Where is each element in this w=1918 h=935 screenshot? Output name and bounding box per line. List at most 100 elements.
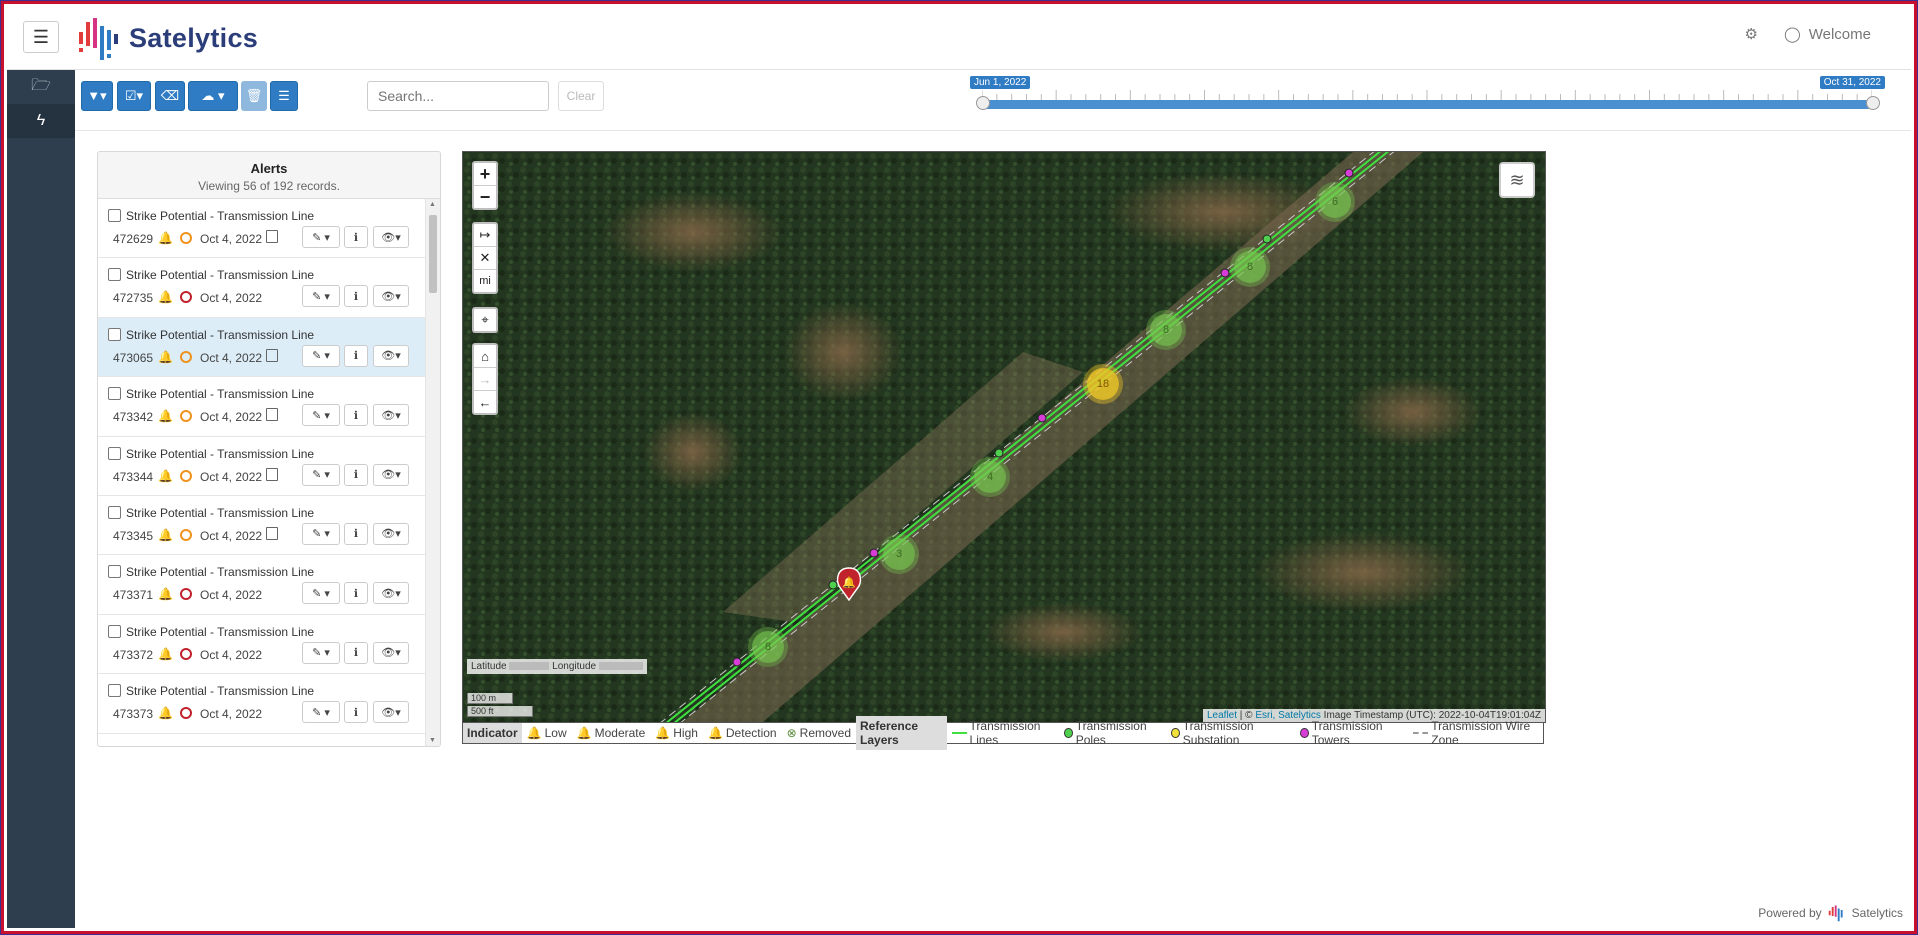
view-dropdown-button[interactable]: 👁▾ — [373, 463, 409, 486]
edit-dropdown-button[interactable]: ✎ ▾ — [302, 701, 340, 724]
info-button[interactable]: ℹ — [344, 404, 368, 427]
alert-row[interactable]: Strike Potential - Transmission Line 4733… — [98, 674, 425, 734]
view-dropdown-button[interactable]: 👁▾ — [373, 582, 409, 605]
edit-dropdown-button[interactable]: ✎ ▾ — [302, 404, 340, 427]
alert-row[interactable]: Strike Potential - Transmission Line 4727… — [98, 258, 425, 318]
alert-cluster-marker[interactable]: 8 — [752, 631, 784, 663]
zoom-out-button[interactable]: − — [474, 186, 496, 208]
alert-cluster-marker[interactable]: 6 — [1319, 186, 1351, 218]
alert-cluster-marker[interactable]: 18 — [1087, 368, 1119, 400]
edit-dropdown-button[interactable]: ✎ ▾ — [302, 463, 340, 486]
transmission-tower-marker[interactable] — [1220, 268, 1230, 278]
back-arrow-icon[interactable]: ← — [474, 391, 496, 413]
forward-arrow-icon[interactable]: → — [474, 368, 496, 391]
view-dropdown-button[interactable]: 👁▾ — [373, 344, 409, 367]
scroll-up-arrow-icon[interactable]: ▲ — [429, 201, 436, 208]
edit-dropdown-button[interactable]: ✎ ▾ — [302, 641, 340, 664]
alert-cluster-marker[interactable]: 8 — [1234, 251, 1266, 283]
home-icon[interactable]: ⌂ — [474, 345, 496, 368]
transmission-tower-marker[interactable] — [1344, 168, 1354, 178]
alert-row[interactable]: Strike Potential - Transmission Line 4733… — [98, 555, 425, 615]
list-view-button[interactable]: ☰ — [270, 81, 298, 111]
image-icon[interactable] — [266, 348, 278, 362]
delete-button[interactable]: 🗑 — [241, 81, 267, 111]
info-button[interactable]: ℹ — [344, 522, 368, 545]
measure-clear-icon[interactable]: ✕ — [474, 247, 496, 270]
transmission-tower-marker[interactable] — [869, 548, 879, 558]
alert-checkbox[interactable] — [108, 624, 121, 638]
view-dropdown-button[interactable]: 👁▾ — [373, 404, 409, 427]
edit-dropdown-button[interactable]: ✎ ▾ — [302, 522, 340, 545]
alert-checkbox[interactable] — [108, 446, 121, 460]
image-icon[interactable] — [266, 526, 278, 540]
alert-cluster-marker[interactable]: 4 — [974, 461, 1006, 493]
menu-toggle-icon[interactable]: ☰ — [23, 21, 59, 53]
alert-checkbox[interactable] — [108, 505, 121, 519]
zoom-in-button[interactable]: + — [474, 163, 496, 186]
timeline-track[interactable] — [982, 100, 1872, 109]
view-dropdown-button[interactable]: 👁▾ — [373, 701, 409, 724]
alert-row[interactable]: Strike Potential - Transmission Line 4730… — [98, 317, 425, 378]
locate-control: ⌖ — [472, 307, 498, 333]
alert-checkbox[interactable] — [108, 387, 121, 401]
transmission-tower-marker[interactable] — [1037, 413, 1047, 423]
user-menu[interactable]: ◯ Welcome — [1784, 25, 1871, 44]
info-button[interactable]: ℹ — [344, 285, 368, 308]
measure-units-button[interactable]: mi — [474, 270, 496, 292]
transmission-pole-marker[interactable] — [994, 448, 1004, 458]
alert-row[interactable]: Strike Potential - Transmission Line 4733… — [98, 377, 425, 437]
alert-checkbox[interactable] — [108, 268, 121, 282]
transmission-pole-marker[interactable] — [828, 580, 838, 590]
edit-dropdown-button[interactable]: ✎ ▾ — [302, 582, 340, 605]
info-button[interactable]: ℹ — [344, 641, 368, 664]
timeline-start-handle[interactable] — [976, 96, 990, 110]
alert-checkbox[interactable] — [108, 684, 121, 698]
alert-row[interactable]: Strike Potential - Transmission Line 4726… — [98, 199, 425, 259]
info-button[interactable]: ℹ — [344, 582, 368, 605]
timeline-end-handle[interactable] — [1866, 96, 1880, 110]
date-range-slider[interactable]: Jun 1, 2022 Oct 31, 2022 — [970, 76, 1885, 122]
alert-cluster-marker[interactable]: 3 — [883, 538, 915, 570]
alert-row[interactable]: Strike Potential - Transmission Line 4733… — [98, 614, 425, 675]
select-dropdown-button[interactable]: ☑▾ — [117, 81, 151, 111]
alert-row[interactable]: Strike Potential - Transmission Line 4733… — [98, 495, 425, 556]
scroll-down-arrow-icon[interactable]: ▼ — [429, 737, 436, 744]
alert-checkbox[interactable] — [108, 565, 121, 579]
brand-logo[interactable]: Satelytics — [77, 15, 258, 61]
info-button[interactable]: ℹ — [344, 701, 368, 724]
measure-ruler-icon[interactable]: ↦ — [474, 224, 496, 247]
view-dropdown-button[interactable]: 👁▾ — [373, 226, 409, 248]
info-button[interactable]: ℹ — [344, 463, 368, 486]
layers-icon[interactable]: ≋ — [1499, 162, 1535, 198]
high-alert-pin-icon[interactable]: 🔔 — [836, 567, 862, 602]
transmission-tower-marker[interactable] — [732, 657, 742, 667]
search-input[interactable] — [367, 81, 549, 111]
clear-button[interactable]: Clear — [558, 81, 604, 111]
view-dropdown-button[interactable]: 👁▾ — [373, 285, 409, 308]
edit-dropdown-button[interactable]: ✎ ▾ — [302, 226, 340, 248]
alerts-scrollbar[interactable]: ▲ ▼ — [425, 199, 440, 746]
download-dropdown-button[interactable]: ☁ ▾ — [188, 81, 238, 111]
edit-dropdown-button[interactable]: ✎ ▾ — [302, 285, 340, 308]
filter-dropdown-button[interactable]: ▼▾ — [81, 81, 113, 111]
folder-open-icon[interactable]: 🗁 — [7, 70, 75, 104]
view-dropdown-button[interactable]: 👁▾ — [373, 641, 409, 664]
map-pin-icon[interactable]: ⌖ — [474, 309, 496, 331]
view-dropdown-button[interactable]: 👁▾ — [373, 522, 409, 545]
lightning-bolt-icon[interactable]: ϟ — [7, 104, 75, 138]
map-view[interactable]: 🔔 6 8 8 18 4 3 8 + − ↦ ✕ mi ⌖ ⌂ → ← ≋ La… — [462, 151, 1546, 723]
alert-cluster-marker[interactable]: 8 — [1150, 314, 1182, 346]
scroll-thumb[interactable] — [429, 215, 437, 293]
alert-row[interactable]: Strike Potential - Transmission Line 4733… — [98, 436, 425, 496]
transmission-pole-marker[interactable] — [1262, 234, 1272, 244]
image-icon[interactable] — [266, 230, 278, 243]
image-icon[interactable] — [266, 408, 278, 422]
settings-gear-icon[interactable]: ⚙ — [1745, 25, 1758, 43]
alert-checkbox[interactable] — [108, 209, 121, 222]
edit-dropdown-button[interactable]: ✎ ▾ — [302, 344, 340, 367]
image-icon[interactable] — [266, 467, 278, 481]
eraser-button[interactable]: ⌫ — [155, 81, 185, 111]
info-button[interactable]: ℹ — [344, 344, 368, 367]
info-button[interactable]: ℹ — [344, 226, 368, 248]
alert-checkbox[interactable] — [108, 327, 121, 341]
